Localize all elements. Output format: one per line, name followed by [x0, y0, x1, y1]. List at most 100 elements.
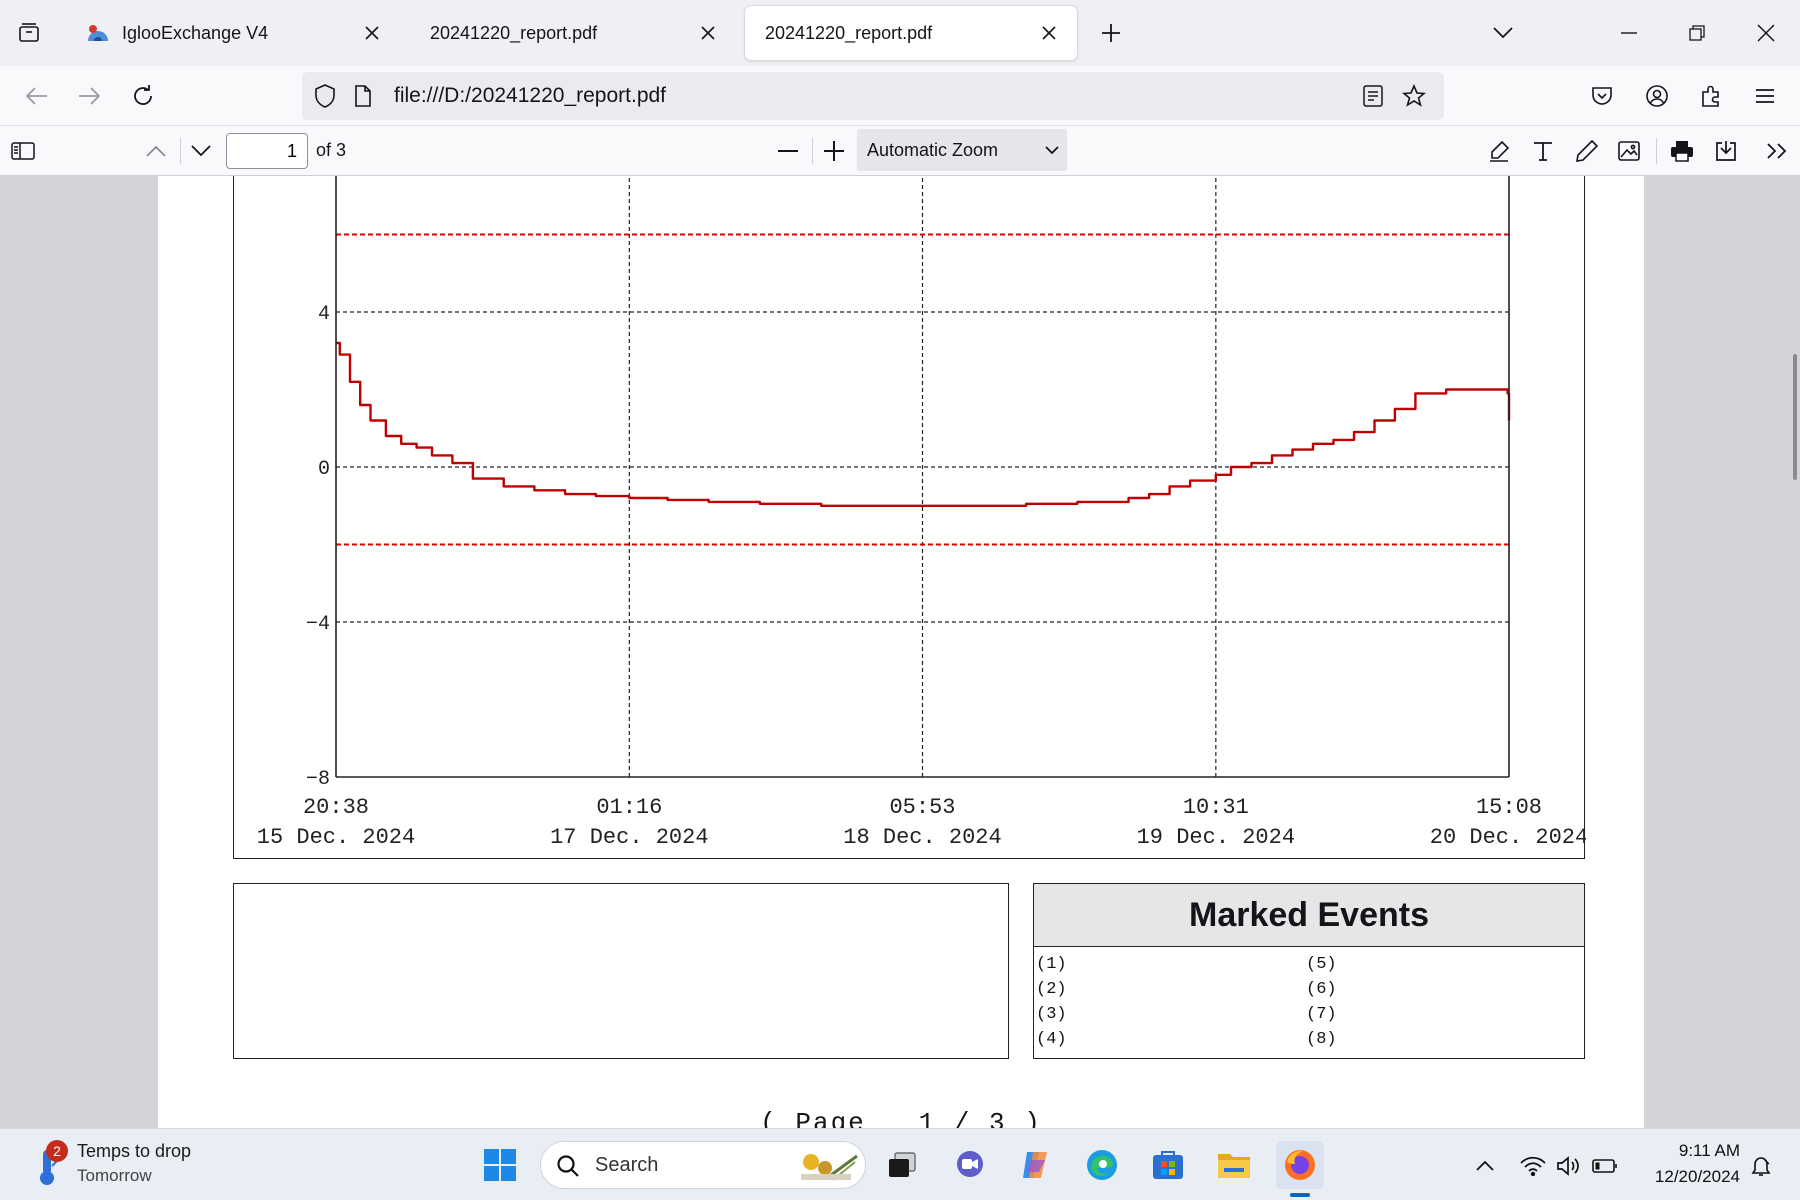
back-arrow-icon[interactable]	[20, 79, 54, 113]
y-tick-label: 4	[318, 303, 330, 326]
close-icon[interactable]	[360, 21, 384, 45]
zoom-select[interactable]: Automatic Zoom	[857, 129, 1067, 171]
x-tick-time-label: 01:16	[596, 795, 662, 820]
chevron-down-icon[interactable]	[1486, 16, 1520, 50]
page-number-input[interactable]	[226, 133, 308, 169]
x-tick-date-label: 17 Dec. 2024	[550, 825, 708, 850]
y-tick-label: −4	[306, 613, 330, 636]
notes-box	[233, 883, 1009, 1059]
pdf-toolbar: of 3 Automatic Zoom	[0, 126, 1800, 176]
x-tick-date-label: 18 Dec. 2024	[843, 825, 1001, 850]
scrollbar-thumb[interactable]	[1793, 354, 1797, 480]
teams-chat-icon[interactable]	[946, 1141, 994, 1189]
zoom-select-value: Automatic Zoom	[867, 139, 999, 160]
tab-report-pdf-1[interactable]: 20241220_report.pdf	[406, 6, 736, 60]
menu-icon[interactable]	[1748, 79, 1782, 113]
new-tab-button[interactable]	[1094, 16, 1128, 50]
x-tick-time-label: 10:31	[1183, 795, 1249, 820]
tab-title: 20241220_report.pdf	[765, 22, 933, 43]
zoom-in-icon[interactable]	[817, 134, 851, 168]
taskbar-search-box[interactable]: Search	[540, 1141, 866, 1189]
save-download-icon[interactable]	[1709, 134, 1743, 168]
event-item: (8)	[1306, 1030, 1337, 1049]
close-icon[interactable]	[696, 21, 720, 45]
search-icon	[555, 1153, 581, 1179]
search-placeholder: Search	[595, 1154, 659, 1176]
bookmark-star-icon[interactable]	[1400, 82, 1428, 110]
y-tick-label: −8	[306, 768, 330, 791]
close-window-button[interactable]	[1749, 16, 1783, 50]
event-item: (7)	[1306, 1005, 1337, 1024]
firefox-icon[interactable]	[1276, 1141, 1324, 1189]
microsoft-store-icon[interactable]	[1144, 1141, 1192, 1189]
shield-icon[interactable]	[312, 83, 338, 109]
file-icon	[350, 83, 376, 109]
edge-browser-icon[interactable]	[1078, 1141, 1126, 1189]
firefox-active-indicator	[1290, 1193, 1310, 1197]
toolbar-separator	[812, 138, 813, 164]
restore-button[interactable]	[1680, 16, 1714, 50]
marked-events-title: Marked Events	[1034, 884, 1584, 947]
pocket-icon[interactable]	[1585, 79, 1619, 113]
tab-title: 20241220_report.pdf	[430, 22, 598, 43]
draw-pencil-icon[interactable]	[1570, 134, 1604, 168]
zoom-out-icon[interactable]	[771, 134, 805, 168]
pdf-viewer[interactable]: 4 0 −4 −8 20:38 15 Dec. 2024 01:16 17 Dec. 2024…	[0, 176, 1800, 1128]
x-tick-date-label: 15 Dec. 2024	[257, 825, 415, 850]
sidebar-toggle-icon[interactable]	[6, 134, 40, 168]
add-image-icon[interactable]	[1612, 134, 1646, 168]
navigation-bar: file:///D:/20241220_report.pdf	[0, 66, 1800, 126]
event-item: (2)	[1036, 980, 1067, 999]
close-icon[interactable]	[1037, 21, 1061, 45]
page-count-label: of 3	[316, 140, 347, 160]
tab-report-pdf-active[interactable]: 20241220_report.pdf	[745, 6, 1077, 60]
account-icon[interactable]	[1640, 79, 1674, 113]
battery-icon[interactable]	[1590, 1151, 1620, 1181]
print-icon[interactable]	[1665, 134, 1699, 168]
weather-subtitle: Tomorrow	[77, 1166, 152, 1185]
forward-arrow-icon[interactable]	[72, 79, 106, 113]
highlight-icon[interactable]	[1482, 134, 1516, 168]
chart: 4 0 −4 −8 20:38 15 Dec. 2024 01:16 17 Dec. 2024…	[257, 176, 1586, 850]
reload-icon[interactable]	[126, 79, 160, 113]
y-tick-label: 0	[318, 458, 330, 481]
x-tick-time-label: 05:53	[889, 795, 955, 820]
pdf-page: 4 0 −4 −8 20:38 15 Dec. 2024 01:16 17 Dec. 2024…	[158, 176, 1644, 1128]
extensions-icon[interactable]	[1694, 79, 1728, 113]
event-item: (1)	[1036, 955, 1067, 974]
previous-page-icon[interactable]	[139, 134, 173, 168]
next-page-icon[interactable]	[184, 134, 218, 168]
clock-date[interactable]: 12/20/2024	[1628, 1167, 1740, 1187]
file-explorer-icon[interactable]	[1210, 1141, 1258, 1189]
url-text[interactable]: file:///D:/20241220_report.pdf	[394, 84, 666, 108]
tab-strip: IglooExchange V4 20241220_report.pdf 202…	[0, 0, 1800, 66]
x-tick-date-label: 19 Dec. 2024	[1137, 825, 1295, 850]
taskbar: 2 Temps to drop Tomorrow Search 9:11 AM …	[0, 1128, 1800, 1200]
chevron-up-icon[interactable]	[1470, 1151, 1500, 1181]
url-bar[interactable]: file:///D:/20241220_report.pdf	[302, 72, 1444, 120]
volume-icon[interactable]	[1554, 1151, 1584, 1181]
x-tick-time-label: 20:38	[303, 795, 369, 820]
minimize-button[interactable]	[1612, 16, 1646, 50]
event-item: (5)	[1306, 955, 1337, 974]
tab-igloo-exchange[interactable]: IglooExchange V4	[70, 6, 400, 60]
clock-time[interactable]: 9:11 AM	[1648, 1141, 1740, 1161]
wifi-icon[interactable]	[1518, 1151, 1548, 1181]
toolbar-separator	[1656, 138, 1657, 164]
reader-view-icon[interactable]	[1360, 83, 1386, 109]
tab-title: IglooExchange V4	[122, 22, 269, 43]
tab-list-icon[interactable]	[12, 16, 46, 50]
tools-overflow-icon[interactable]	[1760, 134, 1794, 168]
x-tick-date-label: 20 Dec. 2024	[1430, 825, 1586, 850]
chart-frame: 4 0 −4 −8 20:38 15 Dec. 2024 01:16 17 Dec. 2024…	[233, 176, 1586, 859]
text-tool-icon[interactable]	[1526, 134, 1560, 168]
weather-title[interactable]: Temps to drop	[77, 1141, 191, 1162]
page-footer: ( Page 1 / 3 )	[760, 1108, 1042, 1128]
windows-start-icon[interactable]	[476, 1141, 524, 1189]
event-item: (3)	[1036, 1005, 1067, 1024]
notifications-icon[interactable]	[1744, 1149, 1778, 1183]
copilot-icon[interactable]	[1012, 1141, 1060, 1189]
weather-notification-badge: 2	[46, 1140, 68, 1162]
task-view-icon[interactable]	[878, 1141, 926, 1189]
chevron-down-icon	[1037, 145, 1067, 155]
